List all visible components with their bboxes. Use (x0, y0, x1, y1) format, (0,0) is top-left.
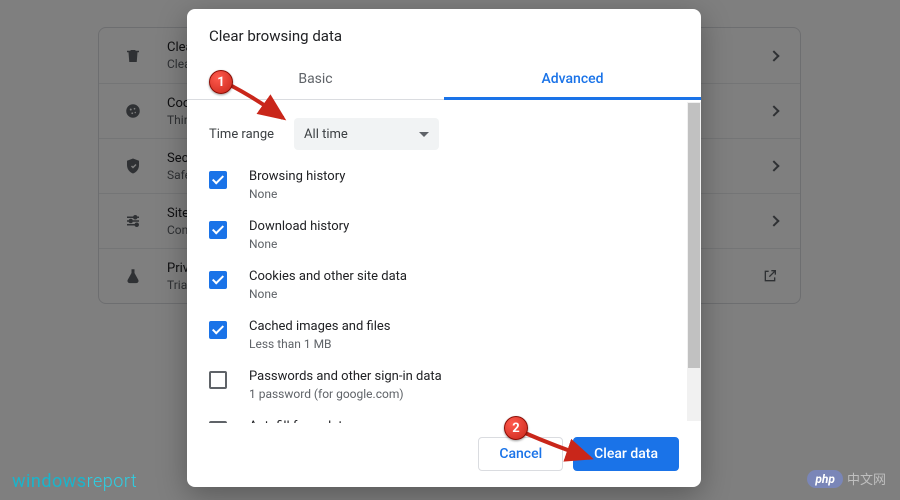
option-title: Cached images and files (249, 319, 390, 334)
option-title: Download history (249, 219, 349, 234)
checkbox[interactable] (209, 371, 227, 389)
scrollbar[interactable] (687, 102, 701, 421)
time-range-value: All time (304, 127, 348, 142)
watermark-cn: 中文网 (847, 469, 886, 488)
watermark-text: report (87, 471, 138, 492)
option-sub: None (249, 187, 345, 201)
time-range-select[interactable]: All time (294, 118, 439, 150)
checkbox[interactable] (209, 221, 227, 239)
option-cached-images[interactable]: Cached images and files Less than 1 MB (187, 310, 687, 360)
option-title: Autofill form data (249, 419, 350, 423)
option-sub: Less than 1 MB (249, 337, 390, 351)
dialog-tabs: Basic Advanced (187, 59, 701, 100)
annotation-marker-1: 1 (209, 70, 233, 94)
cancel-button[interactable]: Cancel (478, 437, 563, 471)
option-sub: None (249, 287, 407, 301)
dialog-body: Time range All time Browsing history Non… (187, 100, 701, 423)
dialog-title: Clear browsing data (187, 9, 701, 59)
option-title: Passwords and other sign-in data (249, 369, 442, 384)
option-autofill[interactable]: Autofill form data (187, 410, 687, 423)
option-sub: 1 password (for google.com) (249, 387, 442, 401)
option-browsing-history[interactable]: Browsing history None (187, 160, 687, 210)
time-range-row: Time range All time (187, 100, 687, 160)
time-range-label: Time range (209, 127, 274, 142)
caret-down-icon (419, 132, 429, 137)
watermark-text: windows (12, 471, 87, 492)
scrollbar-thumb[interactable] (688, 103, 700, 368)
dialog-scroll-area[interactable]: Time range All time Browsing history Non… (187, 100, 687, 423)
option-passwords[interactable]: Passwords and other sign-in data 1 passw… (187, 360, 687, 410)
clear-data-button[interactable]: Clear data (573, 437, 679, 471)
option-cookies[interactable]: Cookies and other site data None (187, 260, 687, 310)
watermark-pill: php (807, 470, 843, 488)
clear-browsing-data-dialog: Clear browsing data Basic Advanced Time … (187, 9, 701, 487)
watermark-php-cn: php 中文网 (807, 469, 886, 488)
checkbox[interactable] (209, 421, 227, 423)
checkbox[interactable] (209, 171, 227, 189)
option-title: Browsing history (249, 169, 345, 184)
option-download-history[interactable]: Download history None (187, 210, 687, 260)
annotation-marker-2: 2 (504, 416, 528, 440)
option-sub: None (249, 237, 349, 251)
checkbox[interactable] (209, 271, 227, 289)
dialog-footer: Cancel Clear data (187, 423, 701, 487)
checkbox[interactable] (209, 321, 227, 339)
option-title: Cookies and other site data (249, 269, 407, 284)
watermark-windowsreport: windowsreport (12, 471, 137, 492)
tab-advanced[interactable]: Advanced (444, 59, 701, 99)
